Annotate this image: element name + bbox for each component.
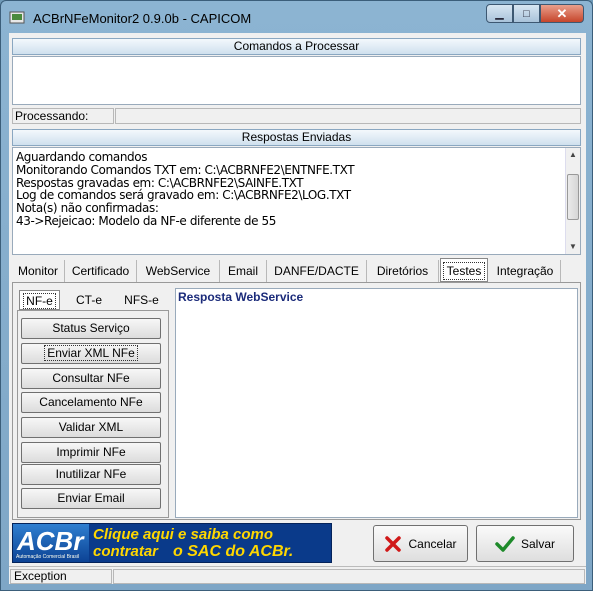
enviar-xml-label: Enviar XML NFe	[44, 345, 138, 361]
cancelamento-nfe-button[interactable]: Cancelamento NFe	[21, 392, 161, 413]
cancel-icon	[385, 535, 402, 552]
enviar-email-button[interactable]: Enviar Email	[21, 488, 161, 509]
subtab-nfe[interactable]: NF-e	[19, 290, 60, 310]
log-line: 43->Rejeicao: Modelo da NF-e diferente d…	[16, 213, 277, 228]
close-button[interactable]: ✕	[540, 4, 584, 23]
app-window: ACBrNFeMonitor2 0.9.0b - CAPICOM ▁ □ ✕ C…	[0, 0, 593, 591]
tab-testes-label: Testes	[442, 262, 486, 280]
check-icon	[495, 535, 515, 552]
status-extra	[113, 569, 585, 584]
maximize-button[interactable]: □	[513, 4, 540, 23]
status-text: Exception	[10, 569, 112, 584]
tab-webservice[interactable]: WebService	[137, 260, 220, 282]
logo-subtitle: Automação Comercial Brasil	[16, 554, 80, 560]
tab-monitor[interactable]: Monitor	[12, 260, 65, 282]
acbr-logo: ACBr Automação Comercial Brasil	[13, 524, 89, 562]
inutilizar-nfe-button[interactable]: Inutilizar NFe	[21, 464, 161, 485]
validar-xml-button[interactable]: Validar XML	[21, 417, 161, 438]
subtab-content	[17, 310, 169, 518]
title-bar[interactable]: ACBrNFeMonitor2 0.9.0b - CAPICOM ▁ □ ✕	[1, 1, 592, 33]
status-servico-button[interactable]: Status Serviço	[21, 318, 161, 339]
enviar-xml-button[interactable]: Enviar XML NFe	[21, 343, 161, 364]
tab-email[interactable]: Email	[220, 260, 267, 282]
response-title: Resposta WebService	[178, 290, 304, 304]
save-button[interactable]: Salvar	[476, 525, 574, 562]
webservice-response[interactable]: Resposta WebService	[175, 288, 578, 518]
log-lines: Aguardando comandos Monitorando Comandos …	[16, 150, 355, 228]
sac-banner[interactable]: ACBr Automação Comercial Brasil Clique a…	[12, 523, 332, 563]
log-scrollbar[interactable]: ▲ ▼	[565, 148, 580, 254]
responses-log[interactable]: Aguardando comandos Monitorando Comandos …	[12, 147, 581, 255]
window-title: ACBrNFeMonitor2 0.9.0b - CAPICOM	[33, 11, 252, 26]
subtab-nfe-label: NF-e	[23, 293, 56, 309]
status-bar: Exception	[9, 566, 586, 584]
scroll-down-icon[interactable]: ▼	[566, 240, 580, 254]
scroll-up-icon[interactable]: ▲	[566, 148, 580, 162]
tab-integracao[interactable]: Integração	[490, 260, 561, 282]
commands-header: Comandos a Processar	[12, 38, 581, 55]
responses-header: Respostas Enviadas	[12, 129, 581, 146]
app-icon	[9, 11, 25, 24]
log-line: Monitorando Comandos TXT em: C:\ACBRNFE2…	[16, 162, 355, 177]
processing-label: Processando:	[12, 108, 114, 124]
minimize-button[interactable]: ▁	[486, 4, 513, 23]
client-area: Comandos a Processar Processando: Respos…	[9, 33, 586, 584]
scroll-thumb[interactable]	[567, 174, 579, 220]
banner-line2: o SAC do ACBr.	[173, 543, 294, 560]
commands-textarea[interactable]	[12, 56, 581, 105]
logo-text: ACBr	[17, 526, 84, 556]
tab-certificado[interactable]: Certificado	[65, 260, 137, 282]
subtab-cte[interactable]: CT-e	[64, 290, 114, 310]
subtab-nfse[interactable]: NFS-e	[115, 290, 168, 310]
consultar-nfe-button[interactable]: Consultar NFe	[21, 368, 161, 389]
cancel-button[interactable]: Cancelar	[373, 525, 468, 562]
cancel-label: Cancelar	[408, 536, 457, 551]
processing-progress	[115, 108, 581, 124]
minimize-icon: ▁	[495, 8, 504, 20]
tab-danfe-dacte[interactable]: DANFE/DACTE	[267, 260, 367, 282]
tab-testes[interactable]: Testes	[440, 258, 488, 282]
save-label: Salvar	[520, 536, 555, 551]
log-line: Aguardando comandos	[16, 150, 148, 164]
imprimir-nfe-button[interactable]: Imprimir NFe	[21, 442, 161, 463]
close-icon: ✕	[556, 5, 568, 21]
tab-diretorios[interactable]: Diretórios	[367, 260, 439, 282]
maximize-icon: □	[523, 7, 530, 20]
